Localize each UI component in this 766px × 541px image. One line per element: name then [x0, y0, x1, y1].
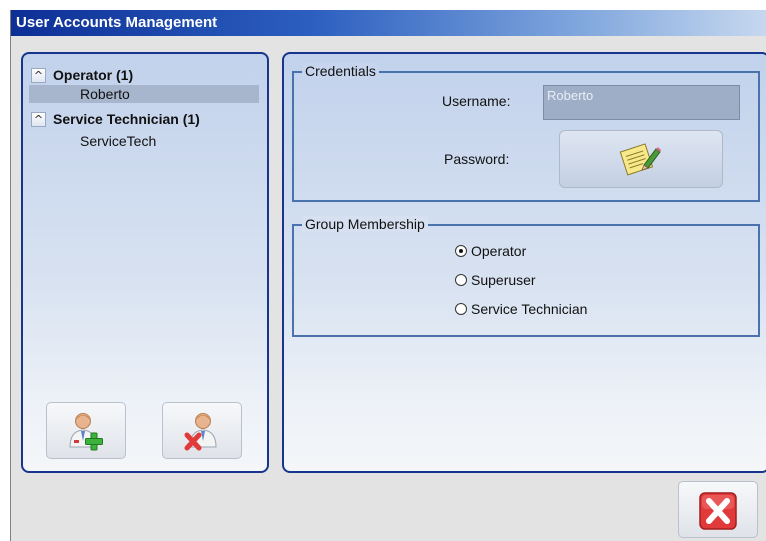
remove-user-icon — [184, 413, 217, 451]
user-item-roberto[interactable]: Roberto — [29, 85, 259, 103]
user-item-servicetech[interactable]: ServiceTech — [29, 132, 259, 150]
radio-label-service-technician: Service Technician — [471, 301, 588, 317]
user-list-panel: ^ Operator (1) Roberto ^ Service Technic… — [21, 52, 269, 473]
group-header-service-technician[interactable]: ^ Service Technician (1) — [31, 110, 261, 130]
close-icon — [699, 492, 737, 530]
credentials-group: Credentials Username: Roberto Password: — [292, 63, 760, 202]
radio-button-service-technician[interactable] — [455, 303, 467, 316]
close-button[interactable] — [678, 481, 758, 538]
username-label: Username: — [442, 93, 511, 109]
password-label: Password: — [444, 151, 510, 167]
window-title: User Accounts Management — [16, 14, 218, 31]
remove-user-button[interactable] — [162, 402, 242, 459]
radio-button-superuser[interactable] — [455, 274, 467, 287]
edit-password-button[interactable] — [559, 130, 723, 188]
radio-superuser[interactable]: Superuser — [455, 272, 536, 292]
collapse-service-technician-button[interactable]: ^ — [31, 112, 46, 127]
add-user-button[interactable] — [46, 402, 126, 459]
edit-password-icon — [619, 143, 661, 176]
radio-operator[interactable]: Operator — [455, 243, 526, 263]
radio-service-technician[interactable]: Service Technician — [455, 301, 587, 321]
group-membership-legend: Group Membership — [302, 216, 428, 232]
title-bar: User Accounts Management — [11, 10, 766, 36]
credentials-legend: Credentials — [302, 63, 379, 79]
radio-button-operator[interactable] — [455, 245, 467, 258]
group-header-operator[interactable]: ^ Operator (1) — [31, 66, 261, 86]
group-label-operator: Operator (1) — [53, 67, 134, 83]
group-label-service-technician: Service Technician (1) — [53, 111, 200, 127]
radio-label-operator: Operator — [471, 243, 527, 259]
username-field[interactable]: Roberto — [543, 85, 740, 120]
group-membership-group: Group Membership Operator Superuser Serv… — [292, 216, 760, 337]
radio-label-superuser: Superuser — [471, 272, 536, 288]
add-user-icon — [69, 413, 103, 451]
collapse-operator-button[interactable]: ^ — [31, 68, 46, 83]
user-details-panel: Credentials Username: Roberto Password: — [282, 52, 766, 473]
user-accounts-window: User Accounts Management ^ Operator (1) … — [10, 10, 766, 541]
